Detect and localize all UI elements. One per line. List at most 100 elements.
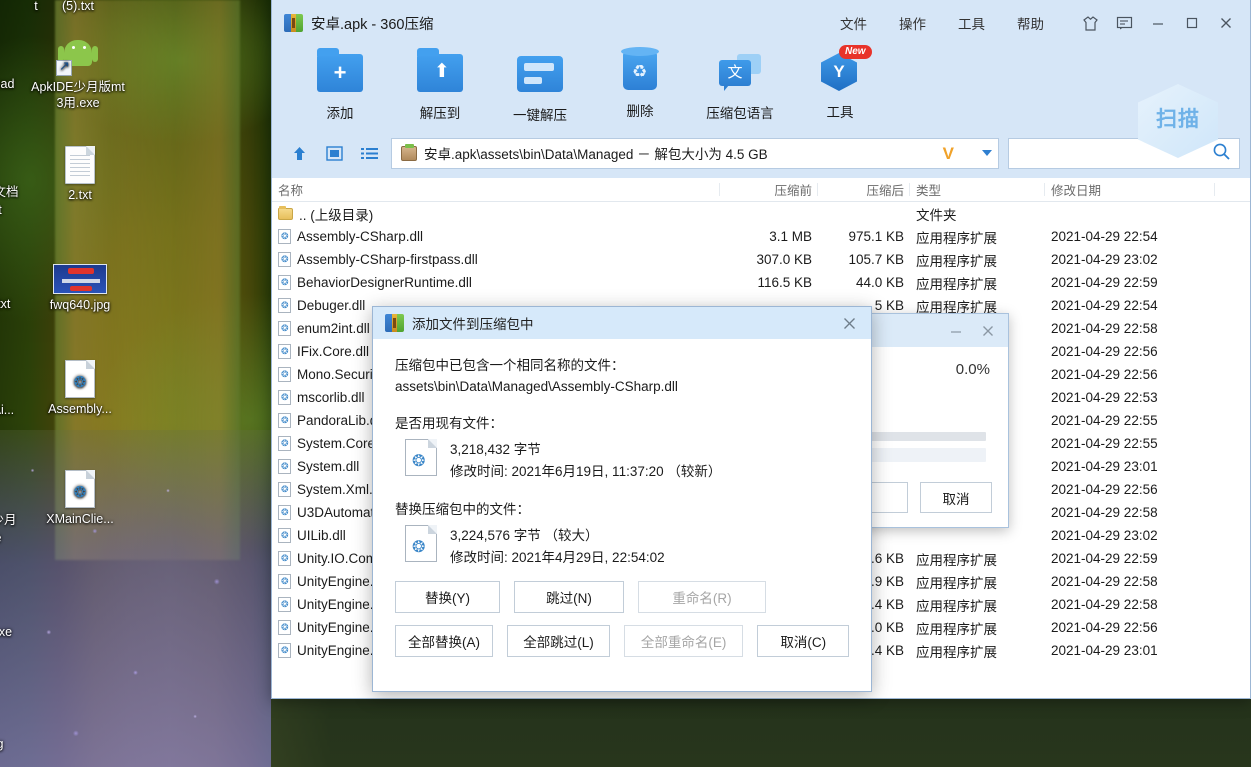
android-icon [56, 34, 100, 76]
path-field[interactable]: 安卓.apk\assets\bin\Data\Managed － 解包大小为 4… [391, 137, 999, 169]
desktop-icon-ai-label[interactable]: lAi... [0, 402, 50, 418]
window-title: 安卓.apk - 360压缩 [311, 16, 434, 33]
desktop-icon-e-label[interactable]: e [0, 530, 46, 546]
cell-name-text: Assembly-CSharp.dll [297, 229, 424, 244]
dll-file-icon [405, 525, 437, 562]
column-header-type[interactable]: 类型 [910, 180, 1045, 199]
replace-file-size: 3,224,576 字节 （较大） [450, 528, 599, 543]
cell-date: 2021-04-29 22:58 [1051, 574, 1158, 589]
desktop-icon-apkide-shortcut[interactable]: ApkIDE少月版mt3用.exe [30, 34, 126, 111]
desktop-icon-file-txt-5[interactable]: (5).txt [30, 0, 126, 14]
cell-date: 2021-04-29 22:56 [1051, 482, 1158, 497]
column-header-after[interactable]: 压缩后 [818, 180, 910, 199]
feedback-icon[interactable] [1108, 8, 1140, 38]
skip-all-button[interactable]: 全部跳过(L) [507, 625, 610, 657]
menu-item-file[interactable]: 文件 [824, 9, 883, 37]
existing-file-size: 3,218,432 字节 [450, 442, 541, 457]
cell-size-before: 116.5 KB [757, 275, 812, 290]
progress-percent: 0.0% [955, 361, 990, 378]
cell-type: 文件夹 [916, 207, 957, 223]
close-button[interactable] [1210, 8, 1242, 38]
menu-item-help[interactable]: 帮助 [1001, 9, 1060, 37]
v-logo-icon: V [942, 143, 954, 163]
replace-dialog-buttons: 替换(Y) 跳过(N) 重命名(R) 全部替换(A) 全部跳过(L) 全部重命名… [395, 581, 850, 669]
column-header-date[interactable]: 修改日期 [1045, 180, 1215, 199]
desktop-icon-exe-label[interactable]: exe [0, 624, 50, 640]
toolbar-label: 一键解压 [513, 108, 567, 123]
toolbar-tools-button[interactable]: Y New 工具 [790, 45, 890, 121]
view-thumbnails-icon[interactable] [321, 140, 347, 166]
cell-date: 2021-04-29 22:55 [1051, 413, 1158, 428]
menu-bar: 文件 操作 工具 帮助 [824, 8, 1242, 38]
desktop-icon-label: 文档 [0, 185, 19, 199]
view-list-icon[interactable] [356, 140, 382, 166]
cell-size-after: 105.7 KB [848, 252, 904, 267]
progress-cancel-button[interactable]: 取消 [920, 482, 992, 513]
cell-type: 应用程序扩展 [910, 664, 1045, 665]
table-row[interactable]: .. (上级目录) 文件夹 [272, 202, 1250, 225]
replace-dialog-close-button[interactable] [833, 308, 865, 338]
main-toolbar: + 添加 ⬆ 解压到 一键解压 ♻ 删除 文 压缩包语言 Y New 工具 扫描 [272, 45, 1250, 158]
desktop-icon-txt-label[interactable]: .txt [0, 296, 50, 312]
replace-dialog-titlebar[interactable]: 添加文件到压缩包中 [373, 307, 871, 339]
app-icon [284, 14, 303, 32]
desktop-icon-shaoyue-label[interactable]: 少月 [0, 512, 52, 528]
toolbar-extract-to-button[interactable]: ⬆ 解压到 [390, 46, 490, 122]
desktop-icon-t-label[interactable]: t [0, 202, 48, 218]
table-row[interactable]: BehaviorDesignerRuntime.dll 116.5 KB 44.0 … [272, 271, 1250, 294]
conflict-message-line1: 压缩包中已包含一个相同名称的文件： [395, 358, 625, 373]
toolbar-add-button[interactable]: + 添加 [290, 46, 390, 122]
address-bar: 安卓.apk\assets\bin\Data\Managed － 解包大小为 4… [272, 134, 1250, 178]
cell-name-text: Debuger.dll [297, 298, 366, 313]
replace-all-button[interactable]: 全部替换(A) [395, 625, 494, 657]
column-header-before[interactable]: 压缩前 [720, 180, 818, 199]
desktop-icon-download-label[interactable]: oad [0, 76, 52, 92]
chevron-down-icon[interactable] [982, 150, 992, 156]
translate-icon: 文 [717, 54, 763, 98]
column-header-name[interactable]: 名称 [272, 180, 720, 199]
cell-name: Assembly-CSharp-firstpass.dll [272, 252, 720, 267]
dll-file-icon [278, 620, 291, 635]
replace-button[interactable]: 替换(Y) [395, 581, 500, 613]
add-folder-icon: + [317, 48, 363, 98]
cell-date: 2021-04-29 22:54 [1051, 298, 1158, 313]
cell-date: 2021-04-29 22:56 [1051, 344, 1158, 359]
menu-item-operation[interactable]: 操作 [883, 9, 942, 37]
table-row[interactable]: Assembly-CSharp-firstpass.dll 307.0 KB 105… [272, 248, 1250, 271]
cell-date: 2021-04-29 22:59 [1051, 275, 1158, 290]
cell-name-text: mscorlib.dll [297, 390, 365, 405]
cancel-button[interactable]: 取消(C) [757, 625, 850, 657]
maximize-button[interactable] [1176, 8, 1208, 38]
desktop-icon-g-label[interactable]: g [0, 736, 48, 752]
conflict-file-path: assets\bin\Data\Managed\Assembly-CSharp.… [395, 379, 678, 394]
replace-dialog-title: 添加文件到压缩包中 [412, 317, 534, 332]
dialog-app-icon [385, 314, 404, 332]
existing-file-label: 是否用现有文件： [395, 416, 503, 431]
menu-item-tools[interactable]: 工具 [942, 9, 1001, 37]
cell-name-text: Assembly-CSharp-firstpass.dll [297, 252, 478, 267]
tools-hex-icon: Y New [817, 45, 872, 97]
window-titlebar[interactable]: 安卓.apk - 360压缩 文件 操作 工具 帮助 [272, 0, 1250, 46]
scan-badge[interactable]: 扫描 [1138, 84, 1218, 158]
dll-file-icon [278, 505, 291, 520]
dll-file-icon: ❂ [65, 360, 95, 398]
desktop-icon-docs-label[interactable]: 文档 [0, 184, 54, 200]
cell-name-text: .. (上级目录) [299, 207, 374, 223]
replace-file-text: 3,224,576 字节 （较大） 修改时间: 2021年4月29日, 22:5… [450, 525, 665, 569]
minimize-button[interactable] [1142, 8, 1174, 38]
dll-file-icon [278, 597, 291, 612]
skip-button[interactable]: 跳过(N) [514, 581, 624, 613]
skin-shirt-icon[interactable] [1074, 8, 1106, 38]
cell-name-text: enum2int.dll [297, 321, 370, 336]
toolbar-delete-button[interactable]: ♻ 删除 [590, 46, 690, 120]
toolbar-one-click-extract-button[interactable]: 一键解压 [490, 46, 590, 124]
toolbar-label: 解压到 [419, 106, 461, 121]
progress-minimize-button[interactable] [940, 316, 972, 346]
up-arrow-icon[interactable] [286, 140, 312, 166]
table-row[interactable]: Assembly-CSharp.dll 3.1 MB 975.1 KB 应用程序扩展 2… [272, 225, 1250, 248]
toolbar-archive-language-button[interactable]: 文 压缩包语言 [690, 46, 790, 122]
progress-close-button[interactable] [972, 316, 1004, 346]
cell-date: 2021-04-29 22:58 [1051, 505, 1158, 520]
existing-file-time: 修改时间: 2021年6月19日, 11:37:20 （较新） [450, 464, 722, 479]
new-badge: New [839, 45, 872, 59]
